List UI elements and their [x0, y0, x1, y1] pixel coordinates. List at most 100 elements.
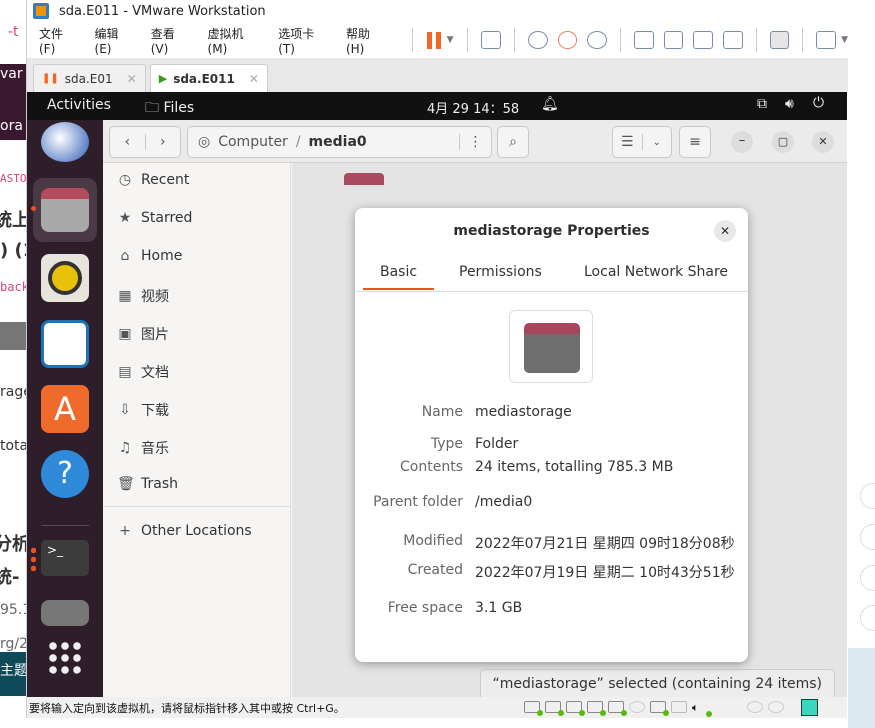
- hard-disk-icon[interactable]: [608, 701, 627, 716]
- snapshot-manager-icon[interactable]: [587, 31, 608, 49]
- minimize-icon[interactable]: –: [731, 131, 753, 153]
- places-sidebar: ◷ Recent ★ Starred ⌂ Home ▦ 视频 ▣ 图片 ▤ 文档 ⇩ 下载 ♫ 音乐 🗑︎ Tra…: [103, 163, 291, 697]
- hamburger-menu-icon[interactable]: ≡: [679, 126, 711, 158]
- menu-view[interactable]: 查看(V): [151, 25, 192, 56]
- menu-edit[interactable]: 编辑(E): [95, 25, 135, 56]
- bg-text: ASTO: [0, 172, 26, 185]
- sidebar-item-音乐[interactable]: ♫ 音乐: [117, 438, 169, 458]
- fullscreen-icon[interactable]: [693, 31, 714, 49]
- close-window-icon[interactable]: ✕: [812, 131, 834, 153]
- menu-file[interactable]: 文件(F): [39, 25, 79, 56]
- volume-icon[interactable]: 🔊︎: [785, 96, 794, 112]
- app-menu-files[interactable]: 🗀 Files: [145, 97, 194, 121]
- property-value: 2022年07月21日 星期四 09时18分08秒: [475, 536, 735, 552]
- sidebar-toggle-icon[interactable]: [634, 31, 654, 49]
- sidebar-item-starred[interactable]: ★ Starred: [117, 210, 193, 226]
- view-toggle[interactable]: ☰ ⌄: [612, 126, 672, 158]
- bg-text: back: [0, 280, 26, 294]
- hard-disk-icon[interactable]: [566, 701, 585, 716]
- rhythmbox-icon[interactable]: [41, 254, 89, 302]
- sidebar-item-trash[interactable]: 🗑︎ Trash: [117, 476, 178, 492]
- home-icon: ⌂: [120, 248, 130, 264]
- send-ctrl-alt-del-icon[interactable]: [481, 31, 502, 49]
- hard-disk-icon[interactable]: [524, 701, 543, 716]
- chevron-down-icon[interactable]: ⌄: [643, 137, 672, 148]
- menu-help[interactable]: 帮助(H): [346, 25, 388, 56]
- snapshot-icon[interactable]: [528, 31, 548, 49]
- bluetooth-icon[interactable]: [768, 701, 784, 713]
- cd-icon[interactable]: [629, 701, 645, 713]
- clock-icon: ◷: [118, 172, 132, 188]
- list-view-icon[interactable]: ☰: [613, 134, 643, 150]
- maximize-icon[interactable]: ▢: [772, 131, 794, 153]
- path-media0[interactable]: media0: [309, 134, 367, 150]
- vm-screen[interactable]: Activities 🗀 Files 4月 29 14：58 🔔︎ ⧉ 🔊︎ ⏻…: [27, 92, 847, 697]
- sidebar-item-视频[interactable]: ▦ 视频: [117, 286, 169, 306]
- menu-vm[interactable]: 虚拟机(M): [208, 25, 263, 56]
- clock[interactable]: 4月 29 14：58: [427, 98, 519, 117]
- revert-snapshot-icon[interactable]: [557, 31, 578, 49]
- forward-icon[interactable]: ›: [146, 134, 181, 150]
- dropdown-icon[interactable]: ▼: [447, 35, 454, 45]
- path-menu-icon[interactable]: ⋮: [459, 134, 491, 150]
- unity-icon[interactable]: [723, 31, 743, 49]
- sidebar-item-图片[interactable]: ▣ 图片: [117, 324, 169, 344]
- printer-icon[interactable]: [671, 701, 687, 713]
- tab-basic[interactable]: Basic: [363, 264, 435, 290]
- sound-icon[interactable]: 🔈︎: [692, 701, 712, 717]
- document-icon: ▤: [118, 364, 132, 380]
- terminal-icon[interactable]: >_: [41, 540, 89, 576]
- tab-sda-e01[interactable]: ❚❚ sda.E01 ✕: [33, 64, 146, 92]
- tab-permissions[interactable]: Permissions: [459, 264, 542, 280]
- notification-bell-icon[interactable]: 🔔︎: [541, 96, 559, 112]
- bg-text: rg/2: [0, 636, 26, 652]
- message-log-icon[interactable]: [801, 699, 818, 716]
- sidebar-item-recent[interactable]: ◷ Recent: [117, 172, 190, 188]
- libreoffice-writer-icon[interactable]: [41, 320, 89, 368]
- background-browser-page: -t var ora ASTO 统上 ) (1 back rage tota 分…: [0, 0, 26, 728]
- stretch-icon[interactable]: [816, 31, 837, 49]
- sidebar-item-home[interactable]: ⌂ Home: [117, 248, 183, 264]
- sidebar-item-下载[interactable]: ⇩ 下载: [117, 400, 169, 420]
- activities-button[interactable]: Activities: [47, 97, 111, 113]
- console-view-icon[interactable]: [769, 31, 790, 49]
- path-bar[interactable]: ◎ Computer / media0 ⋮: [187, 126, 492, 158]
- back-forward-buttons[interactable]: ‹ ›: [109, 126, 181, 158]
- bg-text: 统上: [0, 210, 26, 231]
- show-apps-icon[interactable]: [47, 640, 83, 674]
- help-icon[interactable]: ?: [41, 450, 89, 498]
- folder-item-icon[interactable]: [344, 173, 384, 185]
- close-tab-icon[interactable]: ✕: [127, 72, 137, 86]
- close-dialog-icon[interactable]: ✕: [714, 220, 736, 242]
- sidebar-item-文档[interactable]: ▤ 文档: [117, 362, 169, 382]
- menu-tabs[interactable]: 选项卡(T): [278, 25, 330, 56]
- hard-disk-icon[interactable]: [545, 701, 564, 716]
- property-key: Created: [407, 562, 463, 578]
- dropdown-icon[interactable]: ▼: [841, 35, 848, 45]
- folder-icon-button[interactable]: [509, 310, 593, 383]
- property-key: Parent folder: [373, 494, 463, 510]
- usb-icon[interactable]: [747, 701, 763, 713]
- search-icon[interactable]: ⌕: [497, 126, 529, 158]
- path-computer[interactable]: Computer: [218, 134, 288, 150]
- dialog-tabs: Basic Permissions Local Network Share: [355, 254, 748, 292]
- sidebar-item-label: Starred: [141, 210, 193, 226]
- tab-local-network-share[interactable]: Local Network Share: [584, 264, 728, 280]
- network-adapter-icon[interactable]: [650, 701, 669, 716]
- property-value: Folder: [475, 436, 519, 452]
- hard-disk-icon[interactable]: [587, 701, 606, 716]
- app-center-icon[interactable]: A: [41, 385, 89, 433]
- thunderbird-icon[interactable]: [41, 122, 89, 162]
- close-tab-icon[interactable]: ✕: [249, 72, 259, 86]
- thumbnail-bar-icon[interactable]: [663, 31, 684, 49]
- sidebar-item-other-locations[interactable]: + Other Locations: [117, 523, 252, 539]
- pause-icon[interactable]: [426, 31, 441, 49]
- power-icon[interactable]: ⏻: [813, 95, 824, 111]
- removable-drive-icon[interactable]: [41, 600, 89, 626]
- network-icon[interactable]: ⧉: [757, 96, 767, 112]
- tab-sda-e011[interactable]: ▶ sda.E011 ✕: [149, 64, 268, 92]
- files-icon[interactable]: [41, 188, 89, 232]
- back-icon[interactable]: ‹: [110, 134, 146, 150]
- sidebar-item-label: Trash: [141, 476, 178, 492]
- property-value: /media0: [475, 494, 533, 510]
